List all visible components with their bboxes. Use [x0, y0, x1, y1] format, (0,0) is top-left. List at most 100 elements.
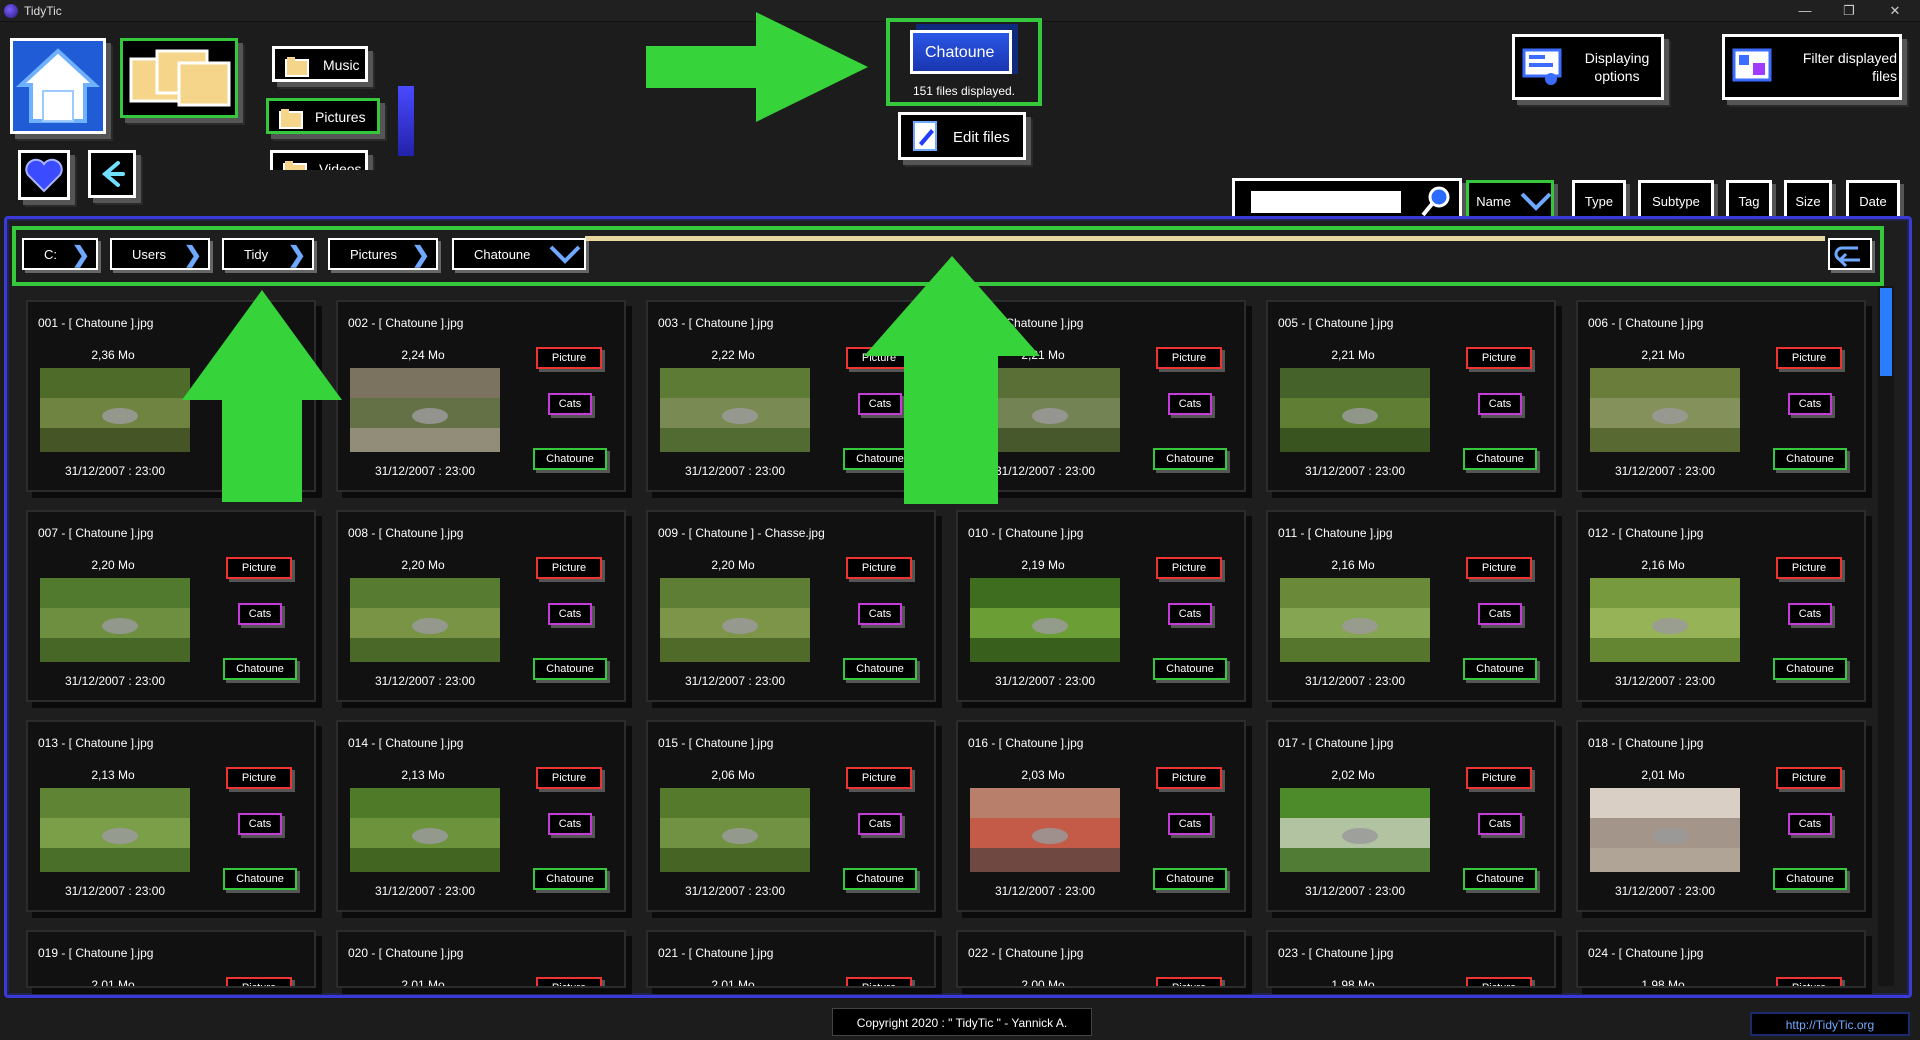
tag-picture[interactable]: Picture — [1776, 557, 1842, 579]
file-card[interactable]: 011 - [ Chatoune ].jpg 2,16 Mo 31/12/2007 … — [1266, 510, 1556, 702]
tag-picture[interactable]: Picture — [1156, 767, 1222, 789]
breadcrumb-item-pictures[interactable]: Pictures ❯ — [328, 238, 438, 270]
tag-folder[interactable]: Chatoune — [1463, 448, 1537, 470]
breadcrumb-item-users[interactable]: Users ❯ — [110, 238, 210, 270]
minimize-button[interactable]: — — [1782, 0, 1828, 22]
videos-button[interactable]: Videos — [270, 150, 368, 170]
file-card[interactable]: 024 - [ Chatoune ].jpg 1,98 Mo Picture — [1576, 930, 1866, 988]
sort-subtype-button[interactable]: Subtype — [1638, 180, 1714, 220]
sort-tag-button[interactable]: Tag — [1726, 180, 1772, 220]
tag-picture[interactable]: Picture — [226, 977, 292, 986]
tag-picture[interactable]: Picture — [1466, 977, 1532, 986]
file-card[interactable]: 022 - [ Chatoune ].jpg 2,00 Mo Picture — [956, 930, 1246, 988]
website-link[interactable]: http://TidyTic.org — [1750, 1012, 1910, 1036]
file-card[interactable]: 009 - [ Chatoune ] - Chasse.jpg 2,20 Mo 31… — [646, 510, 936, 702]
displaying-options-button[interactable]: Displaying options — [1512, 34, 1664, 100]
tag-folder[interactable]: Chatoune — [1463, 868, 1537, 890]
nav-scrollbar[interactable] — [398, 86, 414, 156]
breadcrumb-item-c[interactable]: C: ❯ — [22, 238, 98, 270]
tag-folder[interactable]: Chatoune — [843, 658, 917, 680]
restore-button[interactable]: ❐ — [1826, 0, 1872, 22]
tag-cats[interactable]: Cats — [1168, 393, 1212, 415]
tag-cats[interactable]: Cats — [1788, 813, 1832, 835]
tag-folder[interactable]: Chatoune — [223, 658, 297, 680]
file-thumbnail[interactable] — [660, 578, 810, 662]
file-card[interactable]: 010 - [ Chatoune ].jpg 2,19 Mo 31/12/2007 … — [956, 510, 1246, 702]
tag-folder[interactable]: Chatoune — [533, 448, 607, 470]
sort-name-button[interactable]: Name — [1466, 180, 1554, 220]
scrollbar-thumb[interactable] — [1880, 288, 1892, 376]
tag-cats[interactable]: Cats — [548, 603, 592, 625]
file-thumbnail[interactable] — [660, 368, 810, 452]
home-button[interactable] — [10, 38, 106, 134]
filter-displayed-files-button[interactable]: Filter displayed files — [1722, 34, 1902, 100]
tag-picture[interactable]: Picture — [536, 977, 602, 986]
file-thumbnail[interactable] — [350, 578, 500, 662]
tag-cats[interactable]: Cats — [238, 813, 282, 835]
file-thumbnail[interactable] — [1280, 788, 1430, 872]
tag-picture[interactable]: Picture — [1776, 347, 1842, 369]
file-card[interactable]: 021 - [ Chatoune ].jpg 2,01 Mo Picture — [646, 930, 936, 988]
file-card[interactable]: 012 - [ Chatoune ].jpg 2,16 Mo 31/12/2007 … — [1576, 510, 1866, 702]
tag-picture[interactable]: Picture — [1156, 557, 1222, 579]
file-card[interactable]: 016 - [ Chatoune ].jpg 2,03 Mo 31/12/2007 … — [956, 720, 1246, 912]
scrollbar-track[interactable] — [1878, 286, 1894, 986]
file-thumbnail[interactable] — [660, 788, 810, 872]
file-thumbnail[interactable] — [1590, 578, 1740, 662]
file-thumbnail[interactable] — [40, 578, 190, 662]
file-card[interactable]: 018 - [ Chatoune ].jpg 2,01 Mo 31/12/2007 … — [1576, 720, 1866, 912]
close-button[interactable]: ✕ — [1872, 0, 1918, 22]
tag-cats[interactable]: Cats — [1788, 393, 1832, 415]
file-card[interactable]: 017 - [ Chatoune ].jpg 2,02 Mo 31/12/2007 … — [1266, 720, 1556, 912]
pictures-button[interactable]: Pictures — [266, 98, 380, 134]
back-button[interactable] — [88, 150, 136, 198]
tag-cats[interactable]: Cats — [548, 813, 592, 835]
file-thumbnail[interactable] — [40, 788, 190, 872]
breadcrumb-item-chatoune[interactable]: Chatoune — [452, 238, 586, 270]
file-card[interactable]: 006 - [ Chatoune ].jpg 2,21 Mo 31/12/2007 … — [1576, 300, 1866, 492]
tag-picture[interactable]: Picture — [1466, 767, 1532, 789]
current-folder-button[interactable]: Chatoune — [910, 30, 1012, 74]
tag-picture[interactable]: Picture — [226, 767, 292, 789]
file-card[interactable]: 002 - [ Chatoune ].jpg 2,24 Mo 31/12/2007 … — [336, 300, 626, 492]
edit-files-button[interactable]: Edit files — [898, 112, 1026, 160]
file-card[interactable]: 023 - [ Chatoune ].jpg 1,98 Mo Picture — [1266, 930, 1556, 988]
tag-folder[interactable]: Chatoune — [1773, 658, 1847, 680]
sort-size-button[interactable]: Size — [1784, 180, 1832, 220]
tag-cats[interactable]: Cats — [858, 603, 902, 625]
tag-picture[interactable]: Picture — [536, 767, 602, 789]
sort-date-button[interactable]: Date — [1846, 180, 1900, 220]
sort-type-button[interactable]: Type — [1572, 180, 1626, 220]
file-thumbnail[interactable] — [40, 368, 190, 452]
tag-cats[interactable]: Cats — [1478, 603, 1522, 625]
tag-cats[interactable]: Cats — [1478, 813, 1522, 835]
file-card[interactable]: 015 - [ Chatoune ].jpg 2,06 Mo 31/12/2007 … — [646, 720, 936, 912]
tag-folder[interactable]: Chatoune — [1773, 448, 1847, 470]
file-thumbnail[interactable] — [1280, 368, 1430, 452]
music-button[interactable]: Music — [272, 46, 368, 82]
undo-button[interactable] — [1828, 238, 1872, 270]
file-thumbnail[interactable] — [350, 368, 500, 452]
tag-picture[interactable]: Picture — [846, 767, 912, 789]
file-card[interactable]: 014 - [ Chatoune ].jpg 2,13 Mo 31/12/2007 … — [336, 720, 626, 912]
tag-cats[interactable]: Cats — [548, 393, 592, 415]
tag-picture[interactable]: Picture — [536, 557, 602, 579]
tag-folder[interactable]: Chatoune — [1773, 868, 1847, 890]
tag-picture[interactable]: Picture — [1156, 977, 1222, 986]
file-thumbnail[interactable] — [1590, 368, 1740, 452]
file-card[interactable]: 005 - [ Chatoune ].jpg 2,21 Mo 31/12/2007 … — [1266, 300, 1556, 492]
file-thumbnail[interactable] — [970, 788, 1120, 872]
file-card[interactable]: 007 - [ Chatoune ].jpg 2,20 Mo 31/12/2007 … — [26, 510, 316, 702]
tag-folder[interactable]: Chatoune — [533, 868, 607, 890]
tag-cats[interactable]: Cats — [1478, 393, 1522, 415]
file-card[interactable]: 019 - [ Chatoune ].jpg 2,01 Mo Picture — [26, 930, 316, 988]
tag-folder[interactable]: Chatoune — [1463, 658, 1537, 680]
tag-picture[interactable]: Picture — [1156, 347, 1222, 369]
tag-picture[interactable]: Picture — [536, 347, 602, 369]
file-thumbnail[interactable] — [1590, 788, 1740, 872]
tag-picture[interactable]: Picture — [846, 557, 912, 579]
folders-button[interactable] — [120, 38, 238, 118]
breadcrumb-item-tidy[interactable]: Tidy ❯ — [222, 238, 314, 270]
search-input[interactable] — [1251, 191, 1401, 213]
file-thumbnail[interactable] — [350, 788, 500, 872]
